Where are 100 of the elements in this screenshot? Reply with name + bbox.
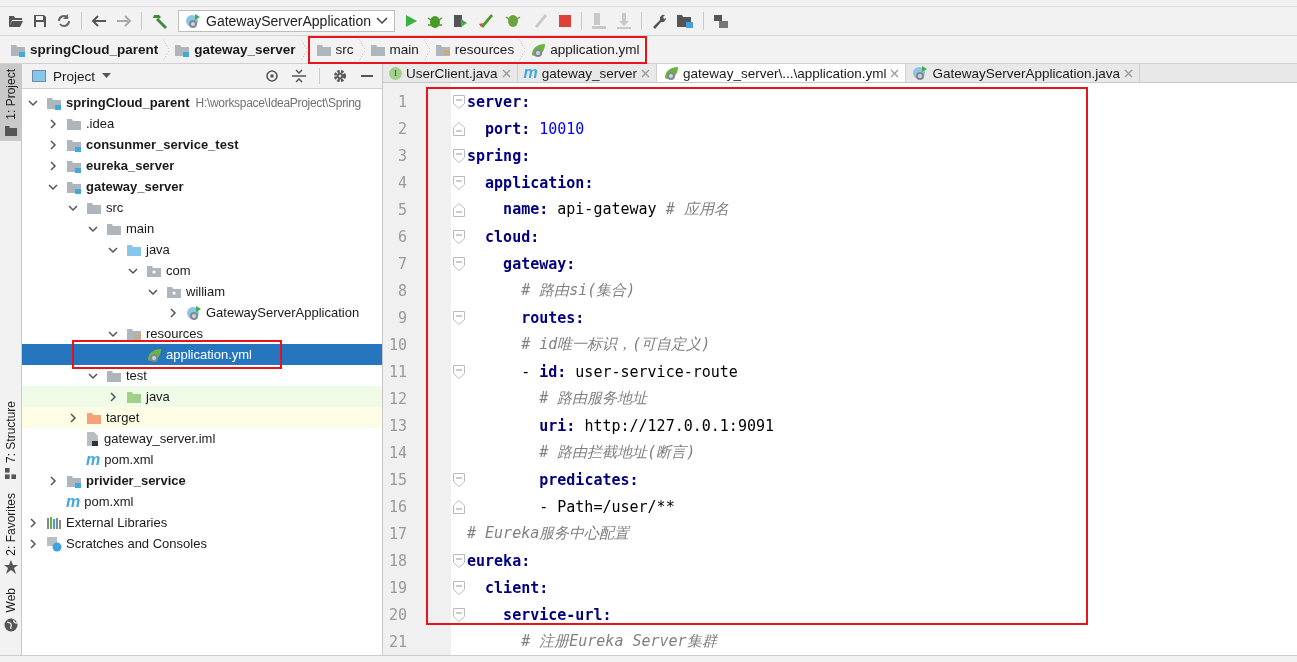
line-number: 11: [387, 362, 407, 381]
breadcrumb-item[interactable]: gateway_server: [172, 42, 298, 57]
yaml-key: gateway:: [503, 254, 576, 273]
save-icon[interactable]: [33, 14, 47, 28]
line-number: 2: [396, 119, 407, 138]
fold-marker-icon[interactable]: [453, 175, 465, 190]
folder-icon: [369, 42, 386, 57]
locate-icon[interactable]: [265, 69, 279, 83]
tree-item[interactable]: resources: [146, 326, 204, 341]
maven-icon: m: [66, 494, 81, 509]
tree-item[interactable]: privider_service: [86, 473, 186, 488]
folder-icon: [434, 42, 451, 57]
tree-item[interactable]: External Libraries: [66, 515, 168, 530]
layout-icon[interactable]: [713, 13, 729, 29]
editor-tab[interactable]: I UserClient.java: [383, 64, 518, 82]
tree-item[interactable]: target: [106, 410, 140, 425]
bug-icon[interactable]: [504, 12, 522, 30]
fold-marker-icon[interactable]: [453, 472, 465, 487]
fold-marker-icon[interactable]: [453, 256, 465, 271]
hammer-icon[interactable]: [151, 13, 169, 29]
fold-marker-icon[interactable]: [453, 580, 465, 595]
fold-marker-icon[interactable]: [453, 94, 465, 109]
stop-icon[interactable]: [558, 14, 572, 28]
tool-window-tab[interactable]: 1: Project: [0, 64, 21, 141]
tree-item[interactable]: GatewayServerApplication: [206, 305, 360, 320]
panel-title[interactable]: Project: [53, 68, 96, 84]
fold-marker-icon[interactable]: [453, 202, 465, 217]
tree-item[interactable]: springCloud_parent: [66, 95, 190, 110]
coverage-icon[interactable]: [452, 13, 468, 29]
collapse-icon[interactable]: [292, 69, 306, 83]
bug-icon[interactable]: [427, 13, 443, 29]
line-number: 21: [387, 632, 407, 651]
maven-icon: m: [523, 66, 538, 80]
tree-item[interactable]: consunmer_service_test: [86, 137, 239, 152]
folder-icon: [86, 410, 102, 425]
tree-item[interactable]: main: [126, 221, 155, 236]
yaml-key: name:: [503, 200, 549, 219]
settings-icon[interactable]: [333, 69, 347, 83]
yaml-key: cloud:: [485, 227, 540, 246]
download-icon: [616, 12, 632, 30]
line-number: 20: [387, 605, 407, 624]
breadcrumb-item[interactable]: main: [367, 42, 421, 57]
yaml-value: api-gateway: [557, 200, 657, 219]
tree-item[interactable]: Scratches and Consoles: [66, 536, 207, 551]
tree-item[interactable]: william: [186, 284, 225, 299]
tool-window-tab[interactable]: 7: Structure: [0, 395, 21, 484]
tree-item[interactable]: java: [146, 242, 170, 257]
tree-item[interactable]: com: [166, 263, 191, 278]
interface-icon: I: [389, 66, 402, 80]
fold-marker-icon[interactable]: [453, 229, 465, 244]
tree-item[interactable]: gateway_server: [86, 179, 184, 194]
tool-window-tab[interactable]: 2: Favorites: [0, 487, 21, 580]
open-folder-icon[interactable]: [8, 14, 24, 28]
caret-icon[interactable]: [102, 73, 112, 79]
wrench-icon[interactable]: [651, 13, 667, 29]
tree-item[interactable]: pom.xml: [104, 452, 154, 467]
code-comment: # 注册Eureka Server集群: [521, 632, 717, 651]
run-configuration-dropdown[interactable]: GatewayServerApplication: [178, 10, 395, 32]
back-arrow-icon[interactable]: [91, 14, 107, 28]
project-structure-icon[interactable]: [676, 13, 694, 29]
line-number: 15: [387, 470, 407, 489]
folder-icon: [126, 326, 142, 341]
line-number: 12: [387, 389, 407, 408]
folder-icon: [315, 42, 332, 57]
yaml-value: Path=/user/**: [557, 497, 675, 516]
scratches-icon: [46, 535, 62, 552]
tool-window-tab[interactable]: Web: [0, 583, 21, 637]
fold-marker-icon[interactable]: [453, 148, 465, 163]
breadcrumb-item[interactable]: resources: [432, 42, 517, 57]
tree-item[interactable]: application.yml: [166, 347, 252, 362]
editor-tab[interactable]: GatewayServerApplication.java: [906, 64, 1141, 82]
tree-item[interactable]: .idea: [86, 116, 115, 131]
code-comment: # 路由si(集合): [521, 281, 636, 300]
sync-icon[interactable]: [56, 13, 72, 29]
fold-marker-icon[interactable]: [453, 121, 465, 136]
tree-item[interactable]: src: [106, 200, 124, 215]
line-number: 10: [387, 335, 407, 354]
tree-item[interactable]: gateway_server.iml: [104, 431, 216, 446]
folder-icon: [4, 124, 17, 136]
fold-marker-icon[interactable]: [453, 364, 465, 379]
code-comment: # 路由拦截地址(断言): [539, 443, 696, 462]
editor-tab[interactable]: gateway_server\...\application.yml: [657, 64, 907, 82]
breadcrumb-item[interactable]: springCloud_parent: [8, 42, 161, 57]
breadcrumb-item[interactable]: src: [313, 42, 356, 57]
fold-marker-icon[interactable]: [453, 553, 465, 568]
tree-item[interactable]: pom.xml: [84, 494, 134, 509]
close-icon[interactable]: [890, 68, 900, 78]
file-icon: [86, 430, 100, 447]
tree-item[interactable]: test: [126, 368, 147, 383]
line-number: 7: [396, 254, 407, 273]
fold-marker-icon[interactable]: [453, 499, 465, 514]
caret-icon: [376, 17, 388, 25]
fold-marker-icon[interactable]: [453, 607, 465, 622]
tree-item[interactable]: eureka_server: [86, 158, 175, 173]
yaml-value: http://127.0.0.1:9091: [584, 416, 775, 435]
fold-marker-icon[interactable]: [453, 310, 465, 325]
line-number: 5: [396, 200, 407, 219]
breadcrumb-item[interactable]: application.yml: [528, 41, 642, 58]
yaml-key: uri:: [539, 416, 576, 435]
tree-item[interactable]: java: [146, 389, 170, 404]
